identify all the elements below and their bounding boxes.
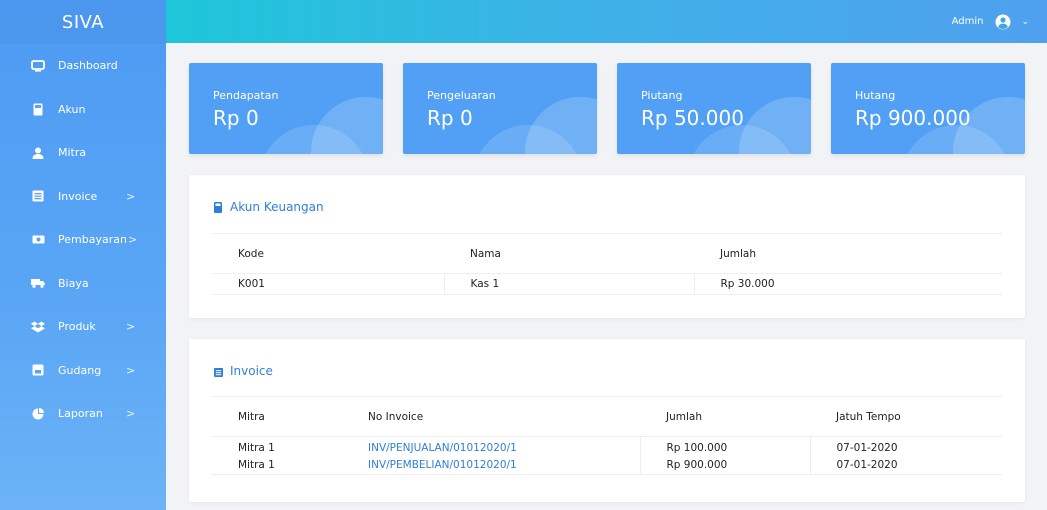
invoice-table: Mitra No Invoice Jumlah Jatuh Tempo Mitr…: [212, 396, 1002, 475]
sidebar-item-invoice[interactable]: Invoice >: [0, 175, 166, 219]
stat-card-pendapatan: Pendapatan Rp 0: [189, 63, 383, 154]
user-circle-icon[interactable]: [995, 14, 1011, 30]
stat-label: Hutang: [855, 89, 896, 102]
stat-value: Rp 0: [213, 106, 259, 130]
sidebar-item-label: Akun: [58, 102, 86, 116]
sidebar-item-label: Mitra: [58, 146, 87, 160]
sidebar-item-pembayaran[interactable]: Pembayaran >: [0, 218, 166, 262]
receipt-icon: [214, 366, 224, 377]
sidebar-item-label: Dashboard: [58, 59, 118, 73]
panel-title-text: Akun Keuangan: [230, 200, 324, 214]
stat-card-hutang: Hutang Rp 900.000: [831, 63, 1025, 154]
table-cell: Kas 1: [443, 273, 694, 295]
column-header: Jumlah: [694, 233, 1002, 274]
invoice-link[interactable]: INV/PENJUALAN/01012020/1: [342, 437, 640, 456]
sidebar-item-gudang[interactable]: Gudang >: [0, 349, 166, 393]
sidebar-item-laporan[interactable]: Laporan >: [0, 392, 166, 436]
calculator-icon: [31, 102, 45, 116]
invoice-link[interactable]: INV/PEMBELIAN/01012020/1: [342, 455, 640, 475]
table-row: K001 Kas 1 Rp 30.000: [212, 273, 1002, 295]
table-cell: 07-01-2020: [809, 455, 1002, 475]
chevron-right-icon: >: [126, 320, 136, 334]
table-row: Mitra 1 INV/PENJUALAN/01012020/1 Rp 100.…: [212, 436, 1002, 456]
stat-value: Rp 50.000: [641, 106, 744, 130]
stat-label: Pengeluaran: [427, 89, 496, 102]
chevron-right-icon: >: [126, 407, 136, 421]
user-icon: [31, 146, 45, 160]
column-header: No Invoice: [342, 396, 640, 437]
money-icon: [31, 233, 45, 247]
stat-label: Pendapatan: [213, 89, 279, 102]
sidebar-item-dashboard[interactable]: Dashboard: [0, 44, 166, 88]
pie-chart-icon: [31, 407, 45, 421]
table-cell: Rp 900.000: [639, 455, 810, 475]
column-header: Jatuh Tempo: [810, 396, 1002, 437]
brand-logo[interactable]: SIVA: [0, 0, 166, 44]
dropbox-icon: [31, 320, 45, 334]
chevron-right-icon: >: [128, 233, 138, 247]
receipt-icon: [31, 189, 45, 203]
table-header-row: Kode Nama Jumlah: [212, 233, 1002, 274]
sidebar-item-produk[interactable]: Produk >: [0, 305, 166, 349]
sidebar-item-akun[interactable]: Akun: [0, 88, 166, 132]
stat-label: Piutang: [641, 89, 683, 102]
table-row: Mitra 1 INV/PEMBELIAN/01012020/1 Rp 900.…: [212, 455, 1002, 475]
stat-value: Rp 900.000: [855, 106, 971, 130]
table-cell: Mitra 1: [212, 455, 342, 475]
akun-table: Kode Nama Jumlah K001 Kas 1 Rp 30.000: [212, 233, 1002, 295]
table-cell: K001: [212, 273, 444, 295]
column-header: Kode: [212, 233, 444, 274]
stat-value: Rp 0: [427, 106, 473, 130]
table-header-row: Mitra No Invoice Jumlah Jatuh Tempo: [212, 396, 1002, 437]
warehouse-icon: [31, 363, 45, 377]
panel-title: Akun Keuangan: [214, 200, 324, 214]
column-header: Nama: [444, 233, 694, 274]
sidebar-item-label: Pembayaran: [58, 233, 127, 247]
invoice-panel: Invoice Mitra No Invoice Jumlah Jatuh Te…: [189, 339, 1025, 502]
stat-card-piutang: Piutang Rp 50.000: [617, 63, 811, 154]
sidebar-item-label: Laporan: [58, 407, 103, 421]
sidebar-item-label: Gudang: [58, 363, 102, 377]
table-cell: 07-01-2020: [809, 436, 1002, 456]
panel-title-text: Invoice: [230, 364, 273, 378]
sidebar-item-label: Produk: [58, 320, 96, 334]
table-cell: Mitra 1: [238, 442, 275, 455]
column-header: Mitra: [212, 396, 342, 437]
column-header: Jumlah: [640, 396, 810, 437]
chevron-right-icon: >: [126, 363, 136, 377]
sidebar-item-label: Invoice: [58, 189, 98, 203]
sidebar-item-label: Biaya: [58, 276, 89, 290]
table-cell: Rp 30.000: [693, 273, 1002, 295]
truck-icon: [31, 276, 45, 290]
sidebar-item-mitra[interactable]: Mitra: [0, 131, 166, 175]
stat-card-pengeluaran: Pengeluaran Rp 0: [403, 63, 597, 154]
calculator-icon: [214, 201, 224, 213]
sidebar-nav: Dashboard Akun Mitra Invoice > Pembayara…: [0, 44, 166, 436]
user-name[interactable]: Admin: [952, 16, 984, 27]
panel-title: Invoice: [214, 364, 273, 378]
sidebar-item-biaya[interactable]: Biaya: [0, 262, 166, 306]
akun-keuangan-panel: Akun Keuangan Kode Nama Jumlah K001 Kas …: [189, 175, 1025, 318]
chevron-right-icon: >: [126, 189, 136, 203]
monitor-icon: [31, 59, 45, 73]
top-navbar: Admin ⌄: [166, 0, 1047, 43]
sidebar: SIVA Dashboard Akun Mitra Invoice > Pemb…: [0, 0, 166, 510]
chevron-down-icon[interactable]: ⌄: [1021, 17, 1029, 27]
table-cell: Rp 100.000: [639, 436, 810, 456]
